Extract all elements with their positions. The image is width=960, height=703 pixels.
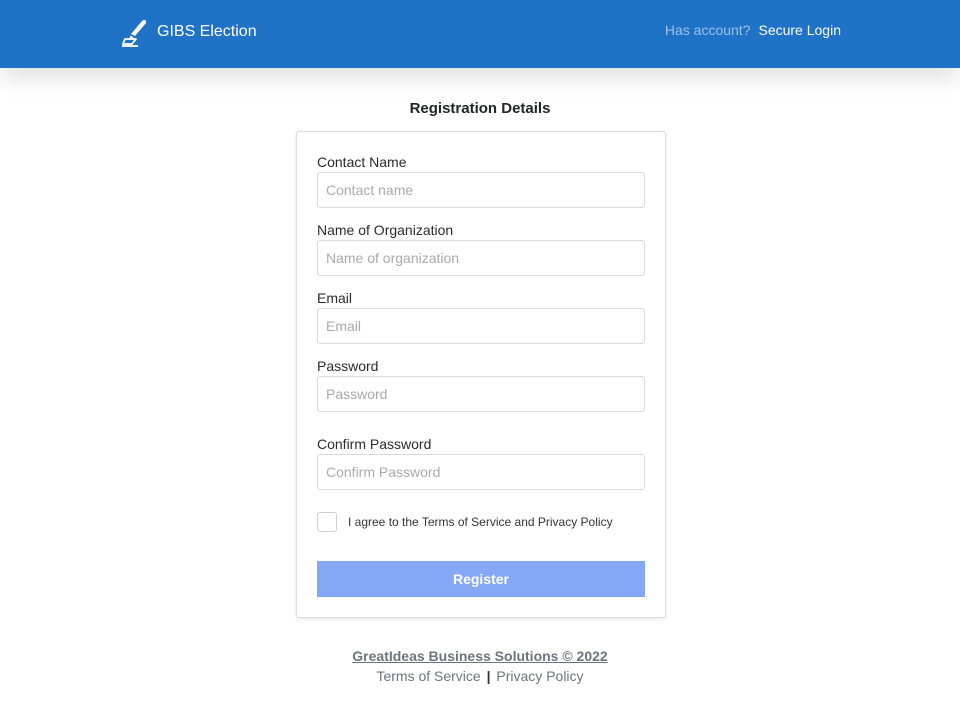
confirm-password-input[interactable] (317, 454, 645, 490)
contact-name-label: Contact Name (317, 154, 407, 170)
account-prompt: Has account? (664, 22, 751, 38)
contact-name-input[interactable] (317, 172, 645, 208)
privacy-policy-link[interactable]: Privacy Policy (496, 668, 583, 684)
footer-separator: | (486, 668, 491, 684)
terms-checkbox[interactable] (317, 512, 337, 532)
organization-name-input[interactable] (317, 240, 645, 276)
footer-links: Terms of Service | Privacy Policy (0, 668, 960, 684)
secure-login-link[interactable]: Secure Login (758, 22, 841, 38)
email-label: Email (317, 290, 353, 306)
nav-account-area: Has account? Secure Login (665, 22, 841, 38)
password-input[interactable] (317, 376, 645, 412)
terms-agreement-label: I agree to the Terms of Service and Priv… (348, 515, 613, 529)
password-label: Password (317, 358, 379, 374)
page-footer: GreatIdeas Business Solutions © 2022 Ter… (0, 648, 960, 684)
ballot-pen-icon (121, 17, 149, 47)
terms-agreement-row: I agree to the Terms of Service and Priv… (317, 512, 613, 532)
footer-company[interactable]: GreatIdeas Business Solutions © 2022 (0, 648, 960, 664)
organization-name-label: Name of Organization (317, 222, 454, 238)
terms-of-service-link[interactable]: Terms of Service (376, 668, 480, 684)
top-navbar: GIBS Election Has account? Secure Login (0, 0, 960, 68)
page-title: Registration Details (409, 100, 551, 117)
confirm-password-label: Confirm Password (317, 436, 432, 452)
email-input[interactable] (317, 308, 645, 344)
register-button[interactable]: Register (317, 561, 645, 597)
registration-form: Contact Name Name of Organization Email … (296, 131, 666, 618)
brand-link[interactable]: GIBS Election (121, 15, 257, 49)
brand-name: GIBS Election (157, 23, 257, 40)
